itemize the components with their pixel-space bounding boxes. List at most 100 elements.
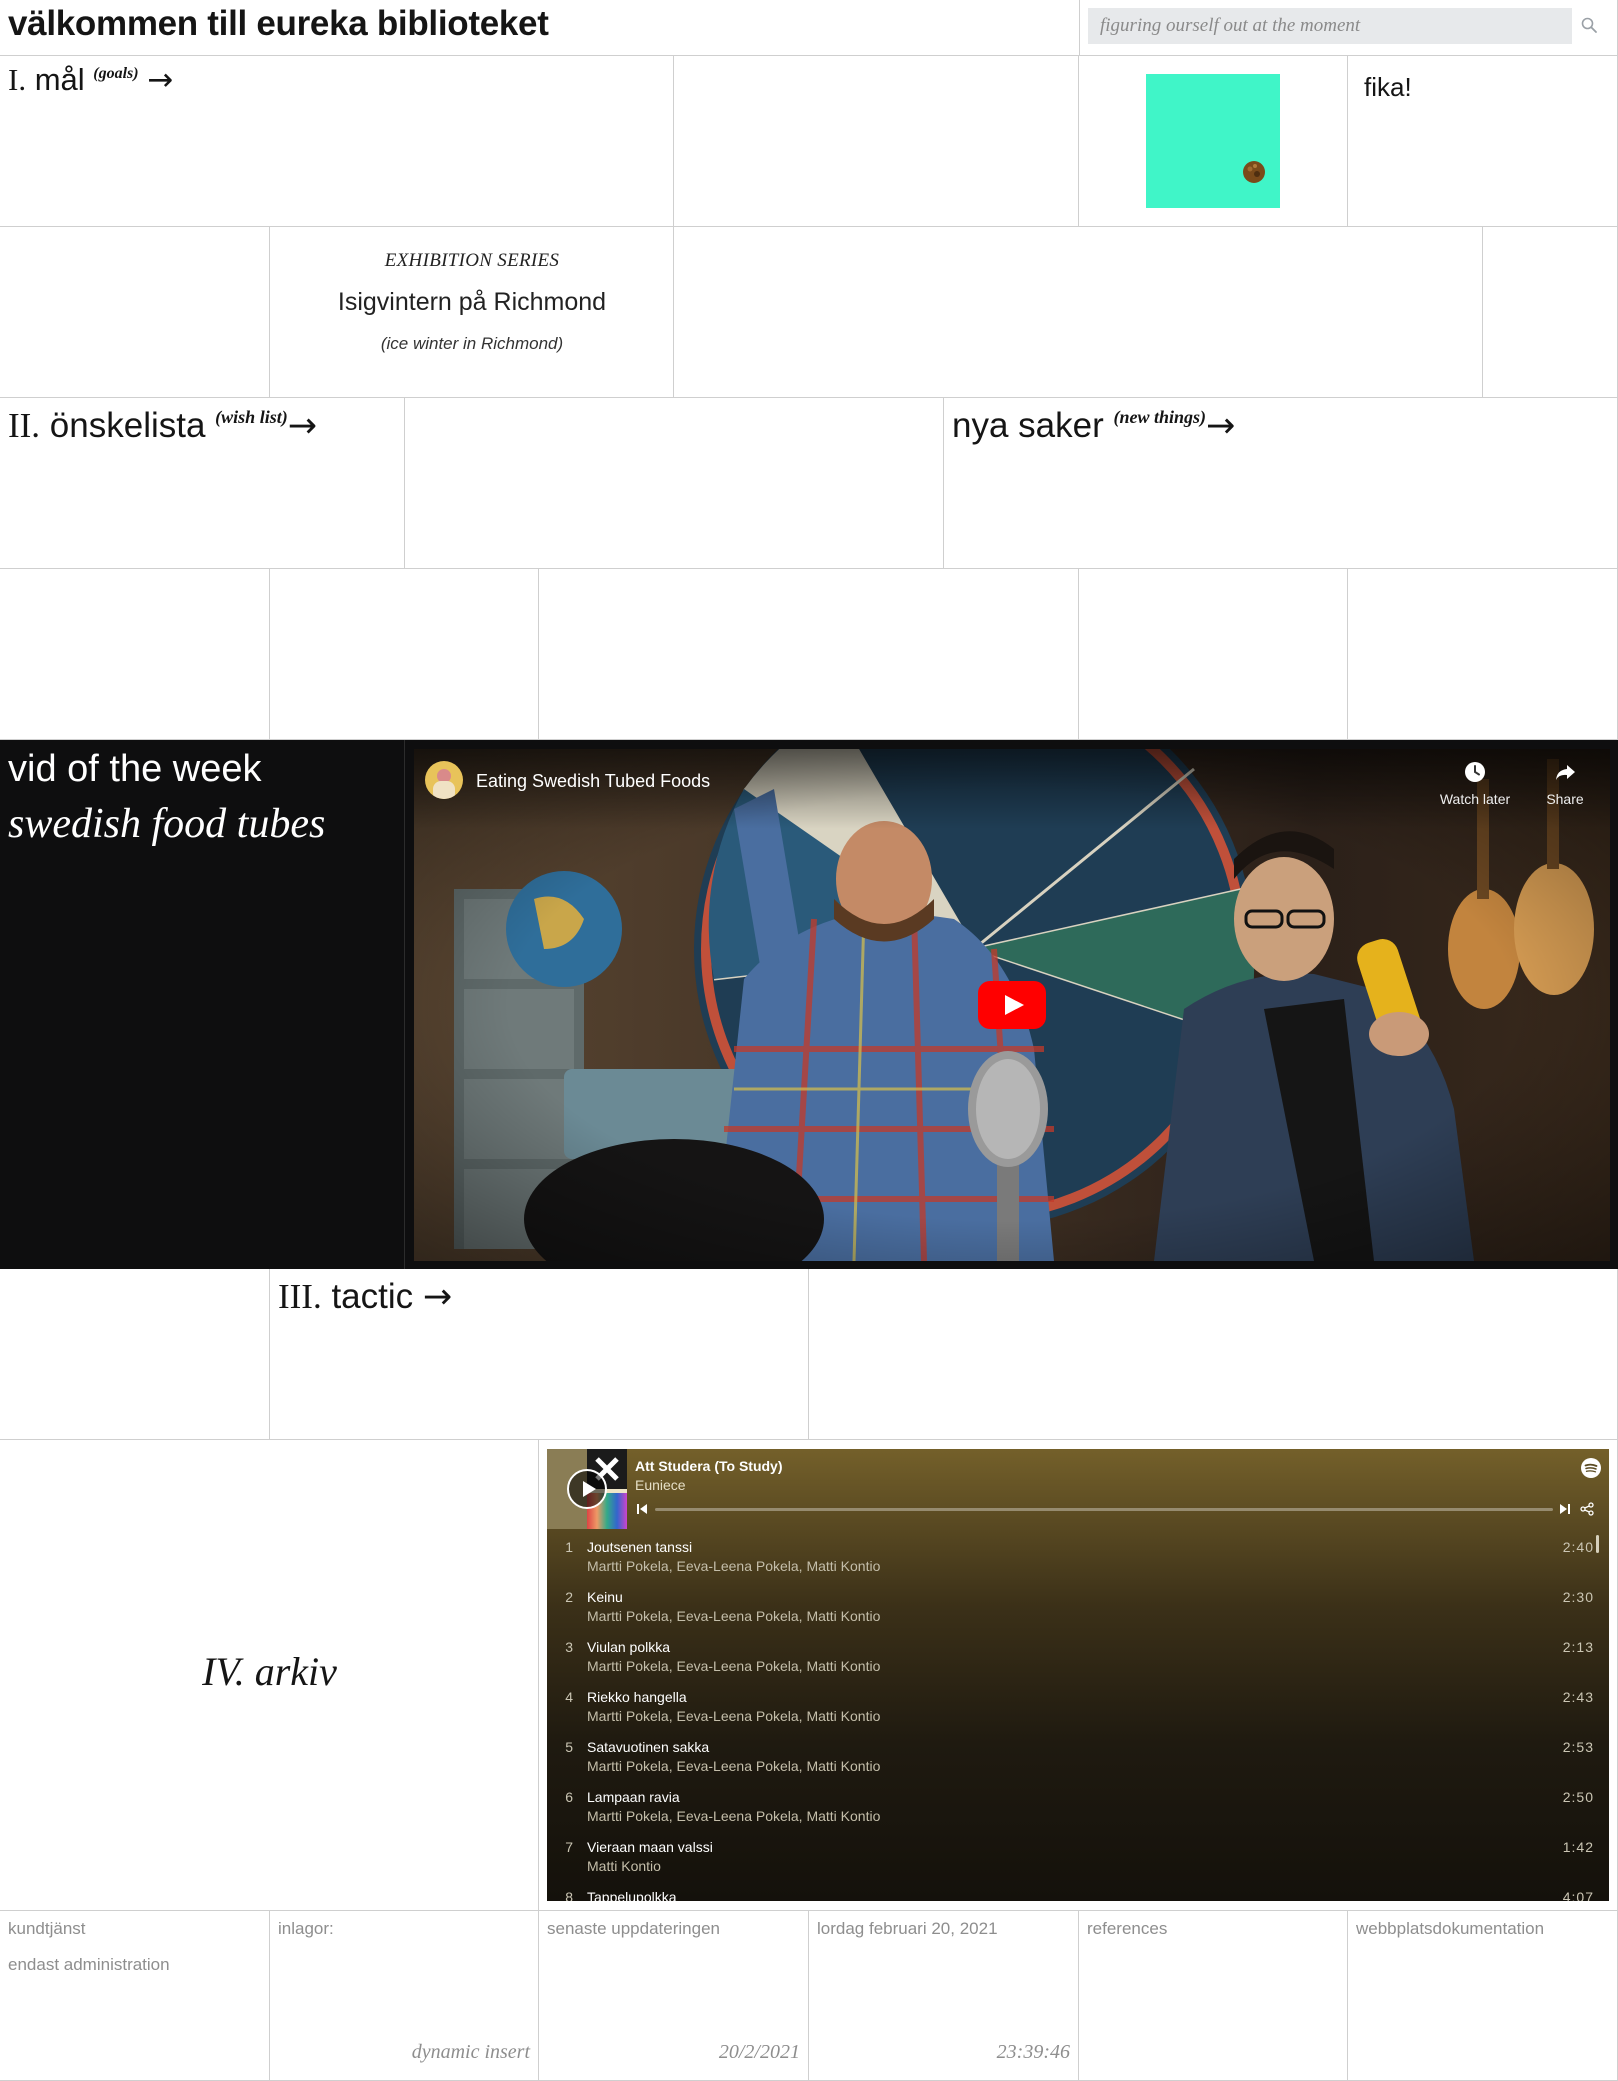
track-artists: Martti Pokela, Eeva-Leena Pokela, Matti … (587, 1808, 881, 1824)
share-icon[interactable] (1580, 1502, 1594, 1516)
stored-label: inlagor: (278, 1919, 334, 1938)
share-label[interactable]: Share (1534, 791, 1596, 807)
track-duration: 1:42 (1562, 1839, 1594, 1855)
goals-label: mål (34, 62, 85, 97)
play-button-icon[interactable] (978, 981, 1046, 1029)
track-duration: 2:50 (1562, 1789, 1594, 1805)
new-things-heading[interactable]: nya saker (new things)→ (952, 406, 1235, 446)
footer-references-cell: references (1079, 1911, 1348, 2081)
track-row[interactable]: 2 Keinu Martti Pokela, Eeva-Leena Pokela… (547, 1583, 1609, 1633)
track-row[interactable]: 1 Joutsenen tanssi Martti Pokela, Eeva-L… (547, 1533, 1609, 1583)
track-title: Tappelupolkka (587, 1889, 677, 1901)
track-title: Lampaan ravia (587, 1789, 680, 1805)
footer-updates-cell: senaste uppdateringen 20/2/2021 (539, 1911, 809, 2081)
next-track-icon[interactable] (1559, 1503, 1571, 1515)
tactic-arrow-icon: → (422, 1277, 453, 1317)
search-input[interactable] (1088, 8, 1572, 44)
grid-cell (1079, 569, 1348, 740)
track-number: 6 (565, 1789, 573, 1805)
footer-date-cell: lordag februari 20, 2021 23:39:46 (809, 1911, 1079, 2081)
new-things-label: nya saker (952, 406, 1104, 445)
updates-value: 20/2/2021 (718, 2041, 800, 2063)
share-icon[interactable] (1554, 761, 1576, 783)
site-title: välkommen till eureka biblioteket (8, 4, 549, 43)
video-heading: vid of the week (8, 748, 262, 790)
goals-numeral: I. (8, 62, 27, 97)
track-artists: Martti Pokela, Eeva-Leena Pokela, Matti … (587, 1658, 881, 1674)
new-things-note: (new things) (1113, 407, 1207, 427)
track-title: Viulan polkka (587, 1639, 671, 1655)
goals-note: (goals) (93, 65, 139, 82)
album-title[interactable]: Att Studera (To Study) (635, 1458, 783, 1474)
track-artists: Martti Pokela, Eeva-Leena Pokela, Matti … (587, 1758, 881, 1774)
references-link[interactable]: references (1087, 1919, 1167, 1939)
tracklist: 1 Joutsenen tanssi Martti Pokela, Eeva-L… (547, 1533, 1609, 1901)
grid-cell (674, 227, 1483, 398)
exhibition-series: EXHIBITION SERIES (384, 250, 560, 271)
tactic-numeral: III. (278, 1277, 322, 1316)
search-box (1088, 8, 1572, 44)
track-duration: 2:40 (1562, 1539, 1594, 1555)
exhibition-subtitle: (ice winter in Richmond) (380, 334, 564, 353)
updates-label: senaste uppdateringen (547, 1919, 720, 1938)
tactic-label: tactic (331, 1277, 414, 1316)
wishlist-heading[interactable]: II. önskelista (wish list)→ (8, 406, 317, 446)
new-things-arrow-icon: → (1206, 406, 1236, 446)
track-artists: Matti Kontio (587, 1858, 661, 1874)
channel-avatar[interactable] (425, 761, 463, 799)
track-row[interactable]: 7 Vieraan maan valssi Matti Kontio 1:42 (547, 1833, 1609, 1883)
grid-cell (674, 56, 1079, 227)
video-title[interactable]: Eating Swedish Tubed Foods (476, 771, 710, 792)
spotify-logo-icon[interactable] (1581, 1458, 1601, 1478)
cookie-icon (1243, 161, 1265, 183)
grid-cell (0, 569, 270, 740)
track-number: 3 (565, 1639, 573, 1655)
previous-track-icon[interactable] (636, 1503, 648, 1515)
tactic-heading[interactable]: III. tactic → (278, 1277, 452, 1317)
track-number: 1 (565, 1539, 573, 1555)
track-number: 5 (565, 1739, 573, 1755)
grid-cell (405, 398, 944, 569)
track-row[interactable]: 6 Lampaan ravia Martti Pokela, Eeva-Leen… (547, 1783, 1609, 1833)
fika-label: fika! (1364, 72, 1412, 102)
admin-only-link[interactable]: endast administration (8, 1955, 170, 1975)
wishlist-label: önskelista (49, 406, 206, 445)
goals-heading[interactable]: I. mål (goals) → (8, 62, 173, 98)
docs-link[interactable]: webbplatsdokumentation (1356, 1919, 1544, 1939)
fika-tile (1146, 74, 1280, 208)
track-duration: 2:13 (1562, 1639, 1594, 1655)
time-value: 23:39:46 (996, 2041, 1070, 2063)
track-row[interactable]: 5 Satavuotinen sakka Martti Pokela, Eeva… (547, 1733, 1609, 1783)
exhibition-title[interactable]: Isigvintern på Richmond (270, 288, 674, 317)
track-number: 4 (565, 1689, 573, 1705)
goals-arrow-icon: → (147, 62, 174, 98)
track-title: Vieraan maan valssi (587, 1839, 713, 1855)
track-title: Riekko hangella (587, 1689, 687, 1705)
track-row[interactable]: 3 Viulan polkka Martti Pokela, Eeva-Leen… (547, 1633, 1609, 1683)
clock-icon[interactable] (1464, 761, 1486, 783)
track-artists: Martti Pokela, Eeva-Leena Pokela, Matti … (587, 1708, 881, 1724)
footer-stored-cell: inlagor: dynamic insert (270, 1911, 539, 2081)
progress-bar[interactable] (655, 1508, 1553, 1511)
track-row[interactable]: 4 Riekko hangella Martti Pokela, Eeva-Le… (547, 1683, 1609, 1733)
archive-label[interactable]: IV. arkiv (0, 1648, 539, 1695)
tracklist-scrollbar[interactable] (1596, 1535, 1599, 1553)
stored-value: dynamic insert (411, 2041, 530, 2063)
wishlist-arrow-icon: → (287, 406, 318, 446)
spotify-player[interactable]: Att Studera (To Study) Euniece 1 Joutsen… (547, 1449, 1609, 1901)
track-duration: 2:53 (1562, 1739, 1594, 1755)
watch-later-label[interactable]: Watch later (1432, 791, 1518, 807)
album-artist[interactable]: Euniece (635, 1477, 686, 1493)
track-artists: Martti Pokela, Eeva-Leena Pokela, Matti … (587, 1608, 881, 1624)
grid-cell (1348, 569, 1618, 740)
video-divider (404, 740, 405, 1269)
track-duration: 2:30 (1562, 1589, 1594, 1605)
support-link[interactable]: kundtjänst (8, 1919, 86, 1939)
video-player[interactable]: Eating Swedish Tubed Foods Watch later S… (414, 749, 1610, 1261)
album-play-icon[interactable] (567, 1469, 607, 1509)
search-icon[interactable] (1580, 16, 1598, 34)
grid-cell (270, 569, 539, 740)
track-duration: 2:43 (1562, 1689, 1594, 1705)
track-row[interactable]: 8 Tappelupolkka 4:07 (547, 1883, 1609, 1901)
date-label: lordag februari 20, 2021 (817, 1919, 998, 1938)
